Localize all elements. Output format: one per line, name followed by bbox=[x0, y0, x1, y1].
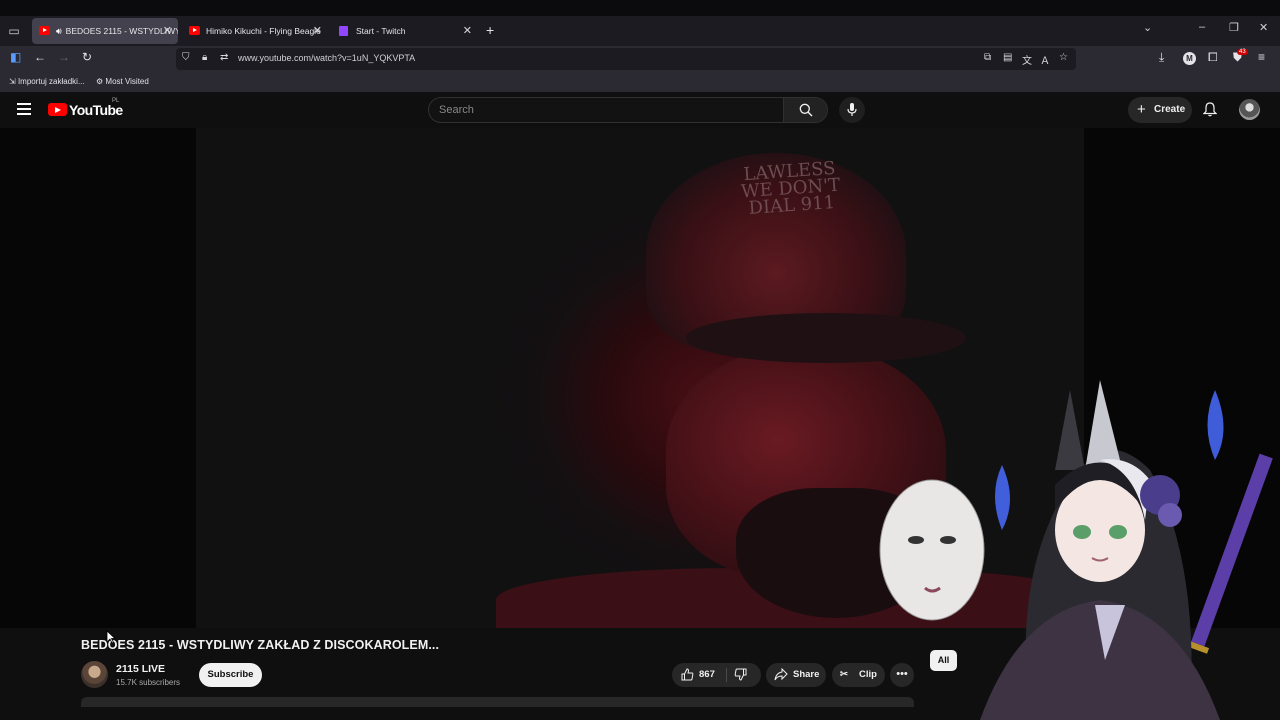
bookmark-star-icon[interactable]: ☆ bbox=[1059, 52, 1068, 63]
browser-tab-bar: ▭ 🔊︎BEDOES 2115 - WSTYDLIWY ZAKŁAD Z DIS… bbox=[0, 0, 1280, 46]
description-box[interactable] bbox=[81, 697, 914, 707]
scissors-icon: ✂ bbox=[840, 669, 848, 680]
lock-icon[interactable]: 🔒︎ bbox=[202, 52, 207, 63]
new-tab-icon[interactable]: + bbox=[486, 22, 494, 38]
menu-icon[interactable]: ≡ bbox=[1258, 50, 1265, 64]
video-player[interactable]: LAWLESS WE DON'T DIAL 911 bbox=[0, 128, 1280, 628]
close-tab-icon[interactable]: ✕ bbox=[313, 18, 322, 44]
extension-badge: 43 bbox=[1237, 49, 1248, 55]
create-label: Create bbox=[1154, 104, 1186, 115]
clip-button[interactable]: ✂ Clip bbox=[832, 663, 885, 687]
shield-icon[interactable]: ⛉ bbox=[182, 52, 190, 63]
like-dislike-group: 867 bbox=[672, 663, 761, 687]
search-icon bbox=[799, 103, 813, 117]
notifications-bell-icon[interactable] bbox=[1203, 102, 1217, 117]
tab-youtube-bedoes[interactable]: 🔊︎BEDOES 2115 - WSTYDLIWY ZAKŁAD Z DISCO… bbox=[32, 18, 178, 44]
picture-in-picture-icon[interactable]: ⧉ bbox=[984, 52, 991, 63]
video-frame[interactable]: LAWLESS WE DON'T DIAL 911 bbox=[196, 128, 1084, 628]
youtube-icon bbox=[39, 26, 50, 35]
share-label: Share bbox=[793, 669, 820, 680]
translate-page-icon[interactable]: Ａ bbox=[1040, 52, 1050, 67]
bookmark-most-visited[interactable]: ⚙ Most Visited bbox=[96, 77, 149, 86]
address-bar[interactable]: ⛉ 🔒︎ ⇄ www.youtube.com/watch?v=1uN_YQKVP… bbox=[176, 48, 1076, 70]
sidebar-toggle-icon[interactable]: ◧ bbox=[10, 50, 21, 64]
twitch-icon bbox=[339, 26, 348, 36]
video-subject-cap-brim bbox=[686, 313, 966, 363]
voice-search-button[interactable] bbox=[839, 97, 865, 123]
close-tab-icon[interactable]: ✕ bbox=[463, 18, 472, 44]
reload-icon[interactable]: ↻ bbox=[82, 50, 92, 64]
youtube-masthead: YouTube PL + Create bbox=[0, 92, 1280, 128]
account-avatar[interactable]: M bbox=[1183, 52, 1196, 65]
channel-name[interactable]: 2115 LIVE bbox=[116, 663, 165, 675]
create-button[interactable]: + Create bbox=[1128, 97, 1192, 123]
youtube-wordmark: YouTube bbox=[69, 102, 123, 118]
forward-icon[interactable]: → bbox=[58, 50, 70, 64]
translate-icon[interactable]: 文 bbox=[1022, 52, 1032, 67]
tab-list-icon[interactable]: ▭ bbox=[6, 24, 22, 38]
chevron-down-icon[interactable]: ⌄ bbox=[1143, 21, 1152, 34]
import-icon: ⇲ bbox=[9, 77, 16, 86]
back-icon[interactable]: ← bbox=[34, 50, 46, 64]
cap-print-text: LAWLESS WE DON'T DIAL 911 bbox=[740, 157, 841, 219]
reader-view-icon[interactable]: ▤ bbox=[1003, 52, 1012, 63]
permissions-icon[interactable]: ⇄ bbox=[220, 52, 228, 63]
tab-title: BEDOES 2115 - WSTYDLIWY ZAKŁAD Z DISCOKA… bbox=[65, 26, 178, 36]
region-code: PL bbox=[112, 98, 120, 104]
channel-avatar[interactable] bbox=[81, 661, 108, 688]
tab-title: Start - Twitch bbox=[356, 26, 406, 36]
search-input[interactable] bbox=[439, 104, 769, 116]
mouse-cursor-icon bbox=[106, 630, 116, 644]
bookmarks-bar: ⇲ Importuj zakładki... ⚙ Most Visited bbox=[0, 72, 1280, 92]
window-close-icon[interactable]: ✕ bbox=[1259, 21, 1268, 34]
tab-youtube-himiko[interactable]: Himiko Kikuchi - Flying Beagle ✕ bbox=[182, 18, 328, 44]
youtube-play-icon bbox=[48, 103, 67, 116]
plus-icon: + bbox=[1137, 101, 1146, 118]
tab-twitch[interactable]: Start - Twitch ✕ bbox=[332, 18, 478, 44]
like-count: 867 bbox=[699, 669, 715, 680]
speaker-icon[interactable]: 🔊︎ bbox=[56, 18, 62, 44]
thumbs-down-icon bbox=[734, 668, 747, 681]
bookmark-label: Importuj zakładki... bbox=[17, 77, 85, 86]
user-avatar[interactable] bbox=[1239, 99, 1260, 120]
close-tab-icon[interactable]: ✕ bbox=[163, 18, 172, 44]
thumbs-up-icon bbox=[681, 668, 694, 681]
extensions-icon[interactable]: ⧠ bbox=[1208, 50, 1218, 65]
search-button[interactable] bbox=[783, 98, 827, 122]
dislike-button[interactable] bbox=[734, 663, 747, 687]
share-button[interactable]: Share bbox=[766, 663, 826, 687]
search-box bbox=[428, 97, 828, 123]
youtube-icon bbox=[189, 26, 200, 35]
bookmark-label: Most Visited bbox=[105, 77, 149, 86]
more-actions-button[interactable]: ••• bbox=[890, 663, 914, 687]
video-title: BEDOES 2115 - WSTYDLIWY ZAKŁAD Z DISCOKA… bbox=[81, 638, 440, 652]
subscriber-count: 15.7K subscribers bbox=[116, 678, 181, 687]
share-icon bbox=[774, 663, 788, 687]
downloads-icon[interactable]: ⤓ bbox=[1159, 50, 1164, 65]
restore-icon[interactable]: ❐ bbox=[1229, 21, 1239, 34]
gear-icon: ⚙ bbox=[96, 77, 104, 86]
filter-chip-all[interactable]: All bbox=[930, 650, 957, 671]
clip-label: Clip bbox=[859, 669, 877, 680]
like-button[interactable] bbox=[681, 663, 694, 687]
like-divider bbox=[726, 668, 727, 682]
browser-nav-bar: ◧ ← → ↻ ⛉ 🔒︎ ⇄ www.youtube.com/watch?v=1… bbox=[0, 46, 1280, 72]
minimize-icon[interactable]: – bbox=[1199, 21, 1205, 33]
more-dots-icon: ••• bbox=[896, 668, 908, 680]
bookmark-import[interactable]: ⇲ Importuj zakładki... bbox=[9, 77, 85, 86]
video-subject-beard bbox=[736, 488, 936, 618]
tab-title: Himiko Kikuchi - Flying Beagle bbox=[206, 26, 321, 36]
subscribe-button[interactable]: Subscribe bbox=[199, 663, 262, 687]
url-text[interactable]: www.youtube.com/watch?v=1uN_YQKVPTA bbox=[238, 53, 415, 63]
microphone-icon bbox=[847, 103, 857, 116]
hamburger-menu-icon[interactable] bbox=[17, 103, 31, 115]
